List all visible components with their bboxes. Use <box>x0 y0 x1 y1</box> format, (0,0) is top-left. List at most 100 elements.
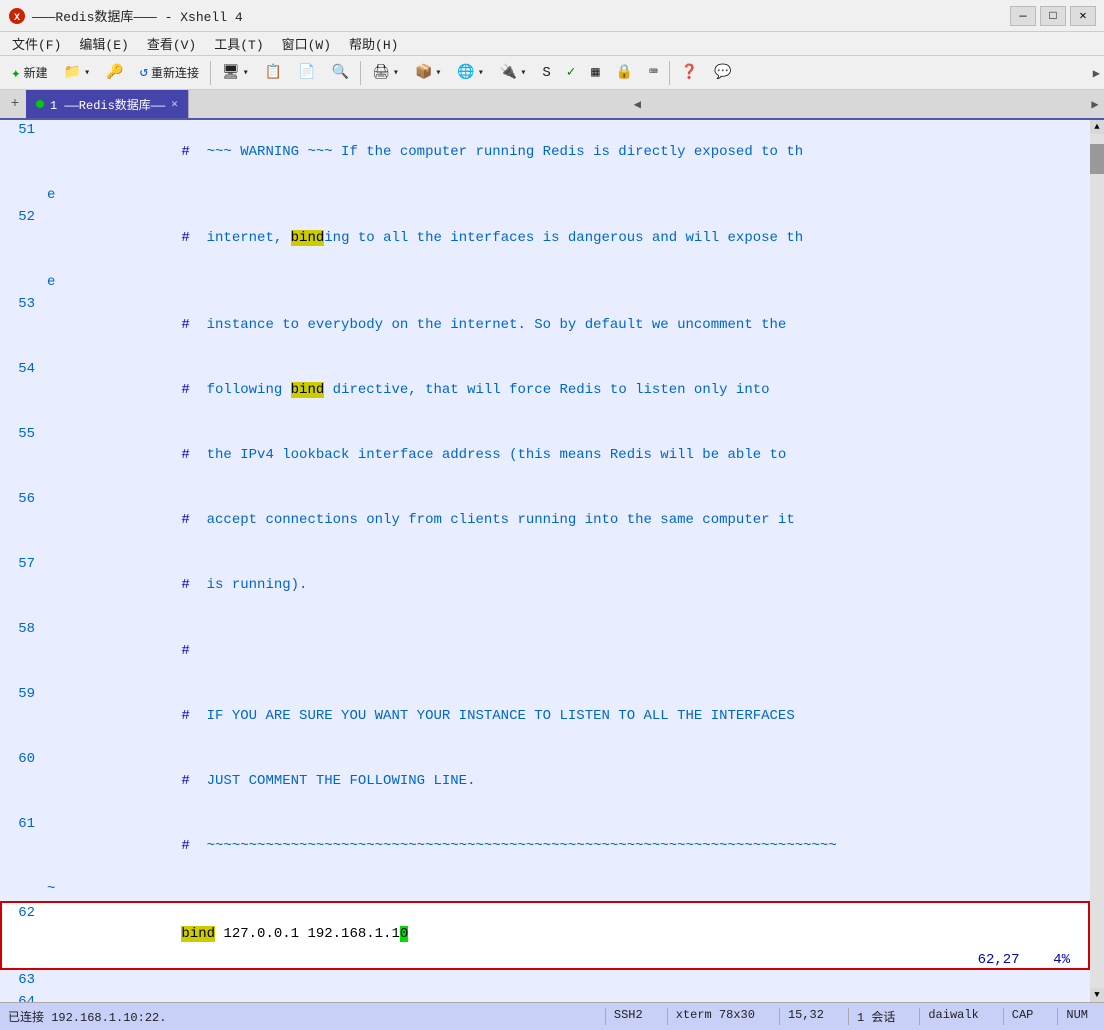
help-icon: ❓ <box>681 64 698 81</box>
search-icon: 🔍 <box>332 64 349 81</box>
scroll-up-button[interactable]: ▲ <box>1090 120 1104 134</box>
search-button[interactable]: 🔍 <box>325 59 356 87</box>
status-terminal: xterm 78x30 <box>667 1008 763 1025</box>
plugin-arrow: ▾ <box>520 67 526 79</box>
script-icon: S <box>542 65 550 81</box>
toolbar-right-arrow[interactable]: ▶ <box>1093 64 1100 82</box>
active-bind-keyword: bind <box>181 926 215 942</box>
table-row: 61 # ~~~~~~~~~~~~~~~~~~~~~~~~~~~~~~~~~~~… <box>1 814 1089 879</box>
chat-icon: 💬 <box>714 64 731 81</box>
line-number: 54 <box>1 359 43 424</box>
scroll-down-button[interactable]: ▼ <box>1090 988 1104 1002</box>
chat-button[interactable]: 💬 <box>707 59 738 87</box>
table-row: 64 # Protected mode is a layer of securi… <box>1 992 1089 1003</box>
code-scroll-area: 51 # ~~~ WARNING ~~~ If the computer run… <box>0 120 1090 1002</box>
menu-help[interactable]: 帮助(H) <box>341 32 406 55</box>
grid-button[interactable]: ▦ <box>584 59 606 87</box>
maximize-button[interactable]: □ <box>1040 6 1066 26</box>
toolbar: ✦ 新建 📁 ▾ 🔑 ↺ 重新连接 🖥 ▾ 📋 📄 🔍 🖨 ▾ 📦 ▾ 🌐 ▾ … <box>0 56 1104 90</box>
line-number: 53 <box>1 294 43 359</box>
title-bar-left: X ———Redis数据库——— - Xshell 4 <box>8 6 243 25</box>
menu-window[interactable]: 窗口(W) <box>274 32 339 55</box>
line-number: 63 <box>1 969 43 992</box>
connection-status-text: 已连接 192.168.1.10:22. <box>8 1011 166 1025</box>
title-bar-controls: — □ ✕ <box>1010 6 1096 26</box>
new-button[interactable]: ✦ 新建 <box>4 59 55 87</box>
copy-button[interactable]: 📋 <box>258 59 289 87</box>
paste-button[interactable]: 📄 <box>291 59 322 87</box>
menu-bar: 文件(F) 编辑(E) 查看(V) 工具(T) 窗口(W) 帮助(H) <box>0 32 1104 56</box>
table-row: 53 # instance to everybody on the intern… <box>1 294 1089 359</box>
status-position: 15,32 <box>779 1008 832 1025</box>
transfer-arrow: ▾ <box>435 67 441 79</box>
tab-scroll-left-button[interactable]: ◀ <box>628 90 646 118</box>
close-button[interactable]: ✕ <box>1070 6 1096 26</box>
title-bar: X ———Redis数据库——— - Xshell 4 — □ ✕ <box>0 0 1104 32</box>
tab-scroll-right-button[interactable]: ▶ <box>1086 90 1104 118</box>
terminal-viewport[interactable]: 51 # ~~~ WARNING ~~~ If the computer run… <box>0 120 1104 1002</box>
line-content: # instance to everybody on the internet.… <box>43 294 1089 359</box>
main-area: 51 # ~~~ WARNING ~~~ If the computer run… <box>0 120 1104 1030</box>
table-row: 55 # the IPv4 lookback interface address… <box>1 424 1089 489</box>
cursor-char: 0 <box>400 926 408 942</box>
tab-bar: + 1 ——Redis数据库—— ✕ ◀ ▶ <box>0 90 1104 120</box>
table-row: 59 # IF YOU ARE SURE YOU WANT YOUR INSTA… <box>1 684 1089 749</box>
line-number: 57 <box>1 554 43 619</box>
connection-status-dot <box>36 100 44 108</box>
globe-arrow: ▾ <box>478 67 484 79</box>
menu-view[interactable]: 查看(V) <box>139 32 204 55</box>
status-num: NUM <box>1057 1008 1096 1025</box>
scroll-thumb[interactable] <box>1090 144 1104 174</box>
toolbar-sep-1 <box>210 61 211 85</box>
line-number: 51 <box>1 120 43 185</box>
line-content: # ~~~ WARNING ~~~ If the computer runnin… <box>43 120 1089 185</box>
tab-close-button[interactable]: ✕ <box>171 97 178 111</box>
session-tab[interactable]: 1 ——Redis数据库—— ✕ <box>26 90 189 118</box>
line-content: # Protected mode is a layer of security … <box>43 992 1089 1003</box>
monitor-button[interactable]: 🖥 ▾ <box>215 59 256 87</box>
table-row: 63 <box>1 969 1089 992</box>
bind-highlight: bind <box>291 382 325 398</box>
status-sessions: 1 会话 <box>848 1008 903 1025</box>
help-button[interactable]: ❓ <box>674 59 705 87</box>
print-button[interactable]: 🖨 ▾ <box>365 59 406 87</box>
folder-icon: 📁 <box>64 64 81 81</box>
keyboard-button[interactable]: ⌨ <box>642 59 664 87</box>
lock-button[interactable]: 🔒 <box>609 59 640 87</box>
script-button[interactable]: S <box>535 59 557 87</box>
key-button[interactable]: 🔑 <box>99 59 130 87</box>
monitor-arrow: ▾ <box>243 67 249 79</box>
line-content: # JUST COMMENT THE FOLLOWING LINE. <box>43 749 1089 814</box>
scroll-track[interactable] <box>1090 134 1104 988</box>
globe-button[interactable]: 🌐 ▾ <box>450 59 490 87</box>
checkmark-button[interactable]: ✓ <box>560 59 582 87</box>
status-connection: 已连接 192.168.1.10:22. <box>8 1008 597 1025</box>
active-line-number: 62 <box>1 902 43 969</box>
reconnect-button[interactable]: ↺ 重新连接 <box>133 59 206 87</box>
bind-highlight: bind <box>291 230 325 246</box>
line-number: 61 <box>1 814 43 879</box>
line-number: 52 <box>1 207 43 272</box>
open-button[interactable]: 📁 ▾ <box>57 59 97 87</box>
code-table: 51 # ~~~ WARNING ~~~ If the computer run… <box>0 120 1090 1002</box>
minimize-button[interactable]: — <box>1010 6 1036 26</box>
table-row-wrap: e <box>1 185 1089 207</box>
line-content: # accept connections only from clients r… <box>43 489 1089 554</box>
vertical-scrollbar[interactable]: ▲ ▼ <box>1090 120 1104 1002</box>
menu-tools[interactable]: 工具(T) <box>206 32 271 55</box>
table-row-wrap: ~ <box>1 879 1089 902</box>
table-row: 54 # following bind directive, that will… <box>1 359 1089 424</box>
add-tab-button[interactable]: + <box>4 90 26 118</box>
line-content: # is running). <box>43 554 1089 619</box>
transfer-button[interactable]: 📦 ▾ <box>408 59 448 87</box>
table-row: 52 # internet, binding to all the interf… <box>1 207 1089 272</box>
menu-edit[interactable]: 编辑(E) <box>71 32 136 55</box>
table-row: 57 # is running). <box>1 554 1089 619</box>
menu-file[interactable]: 文件(F) <box>4 32 69 55</box>
line-content-wrap: e <box>43 185 1089 207</box>
line-number: 64 <box>1 992 43 1003</box>
line-content <box>43 969 1089 992</box>
table-row-wrap: e <box>1 272 1089 294</box>
scroll-percent: 4% <box>1053 952 1070 968</box>
plugin-button[interactable]: 🔌 ▾ <box>493 59 533 87</box>
